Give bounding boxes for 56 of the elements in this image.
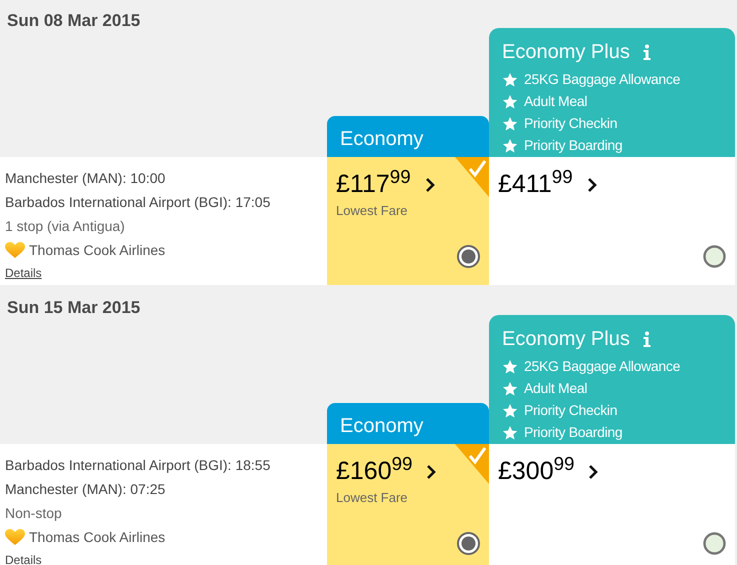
fare-option[interactable]: £411$^{99}$ [489, 157, 735, 285]
star-icon [502, 72, 518, 88]
fare-title: Economy Plus [502, 40, 630, 65]
fare-option[interactable]: £300$^{99}$ [489, 444, 735, 565]
fare-title: Economy [340, 128, 424, 150]
star-icon [502, 94, 518, 110]
chevron-right-icon [424, 176, 435, 193]
radio-selected-icon[interactable] [457, 532, 480, 555]
check-corner-icon [455, 157, 489, 197]
feature-text: 25KG Baggage Allowance [524, 357, 680, 376]
leg-text: Barbados International Airport (BGI): 18:55 [5, 456, 272, 475]
feature-text: Priority Checkin [524, 401, 618, 420]
details-link[interactable]: Details [5, 264, 42, 282]
airline-name: Thomas Cook Airlines [29, 528, 166, 547]
radio-icon[interactable] [703, 532, 726, 555]
chevron-right-icon [586, 176, 597, 193]
feature-text: Priority Boarding [524, 423, 622, 442]
price-text: £160$^{99}$ [336, 453, 412, 487]
fare-option[interactable]: £117$^{99}$ Lowest Fare [327, 157, 489, 285]
feature-text: Priority Boarding [524, 136, 622, 155]
stops-text: Non-stop [5, 504, 63, 523]
fare-option[interactable]: £160$^{99}$ Lowest Fare [327, 444, 489, 565]
info-icon[interactable] [642, 331, 652, 347]
chevron-right-icon [426, 464, 436, 480]
price-text: £117$^{99}$ [336, 166, 411, 200]
info-icon[interactable] [642, 44, 652, 60]
heart-logo-icon [5, 242, 25, 259]
date-heading: Sun 15 Mar 2015 [6, 297, 142, 319]
star-icon [502, 358, 518, 374]
leg-text: Manchester (MAN): 07:25 [5, 480, 166, 499]
star-icon [502, 138, 518, 154]
details-link[interactable]: Details [5, 551, 42, 565]
star-icon [502, 402, 518, 418]
feature-text: 25KG Baggage Allowance [524, 70, 680, 89]
feature-text: Priority Checkin [524, 114, 618, 133]
price-text: £411$^{99}$ [498, 166, 573, 200]
leg-text: Barbados International Airport (BGI): 17:05 [5, 193, 272, 212]
fare-title: Economy [340, 415, 424, 437]
airline-name: Thomas Cook Airlines [29, 241, 166, 260]
stops-text: 1 stop (via Antigua) [5, 217, 126, 236]
leg-text: Manchester (MAN): 10:00 [5, 169, 166, 188]
date-heading: Sun 08 Mar 2015 [6, 10, 142, 32]
star-icon [502, 424, 518, 440]
chevron-right-icon [588, 464, 598, 480]
feature-text: Adult Meal [524, 92, 588, 111]
price-text: £300$^{99}$ [498, 453, 574, 487]
feature-text: Adult Meal [524, 379, 588, 398]
radio-icon[interactable] [703, 245, 726, 268]
fare-note: Lowest Fare [336, 488, 409, 506]
star-icon [502, 116, 518, 132]
star-icon [502, 380, 518, 396]
fare-title: Economy Plus [502, 327, 630, 352]
heart-logo-icon [5, 529, 25, 546]
fare-note: Lowest Fare [336, 202, 409, 220]
check-corner-icon [455, 444, 489, 484]
radio-selected-icon[interactable] [457, 245, 480, 268]
